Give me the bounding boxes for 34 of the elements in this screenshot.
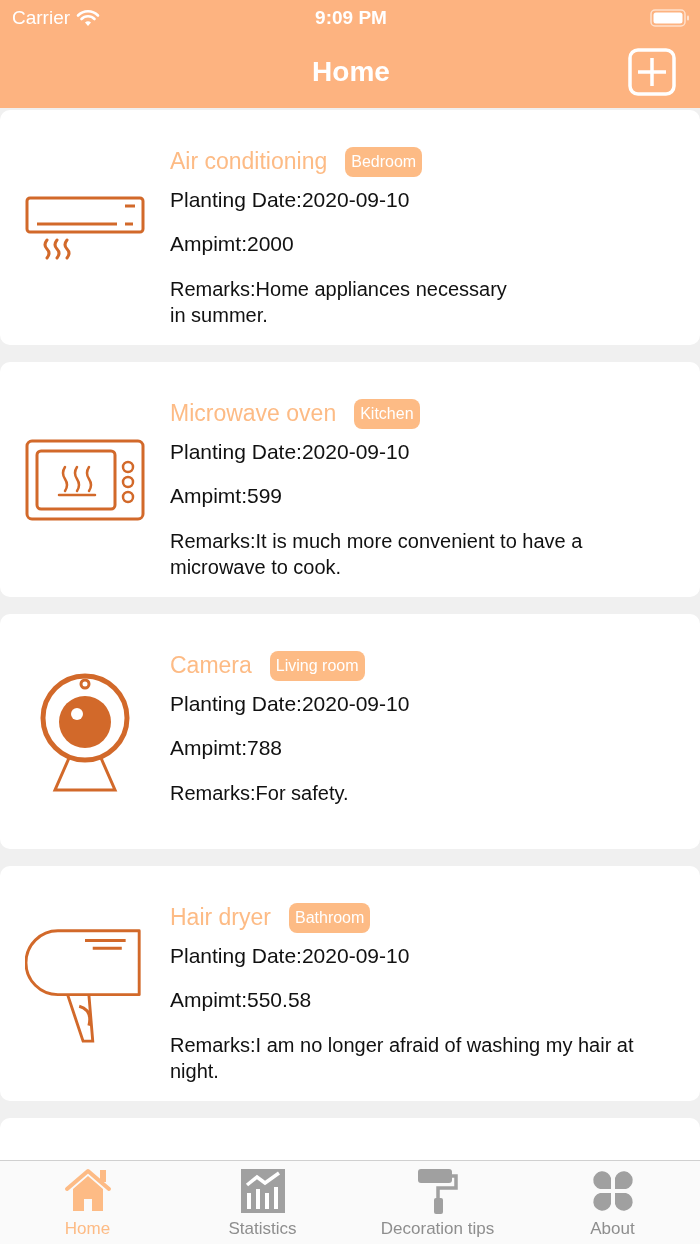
item-name: Microwave oven <box>170 400 337 427</box>
date-text: Planting Date:2020-09-10 <box>170 187 411 213</box>
amount-text: Ampimt:788 <box>170 735 284 761</box>
nav-title: Home <box>312 56 390 88</box>
item-card[interactable]: Air conditioning Bedroom Planting Date:2020-09-10 Ampimt:2000 Remarks:Home appliances necessary in summer. <box>0 110 700 345</box>
add-button[interactable] <box>628 48 676 96</box>
air-conditioner-icon <box>25 195 145 260</box>
wifi-icon <box>76 9 101 27</box>
item-name: Camera <box>170 652 252 679</box>
room-tag: Kitchen <box>354 398 420 429</box>
item-name: Air conditioning <box>170 148 328 175</box>
date-text: Planting Date:2020-09-10 <box>170 691 411 717</box>
remarks-text: Remarks:Home appliances necessary in summer. <box>170 276 508 328</box>
date-text: Planting Date:2020-09-10 <box>170 943 411 969</box>
battery-icon <box>650 8 690 28</box>
room-tag: Bedroom <box>345 146 423 177</box>
room-tag: Bathroom <box>288 902 371 933</box>
room-tag: Living room <box>269 650 365 681</box>
carrier-label: Carrier <box>12 7 71 29</box>
chart-icon <box>238 1167 287 1215</box>
item-card[interactable]: Microwave oven Kitchen Planting Date:2020-09-10 Ampimt:599 Remarks:It is much more convenient to have a microwave to cook. <box>0 362 700 597</box>
item-name: Hair dryer <box>170 904 271 931</box>
amount-text: Ampimt:550.58 <box>170 987 313 1013</box>
item-card[interactable]: Hair dryer Bathroom Planting Date:2020-09-10 Ampimt:550.58 Remarks:I am no longer afraid of washing my hair at night. <box>0 866 700 1101</box>
status-time: 9:09 PM <box>315 7 387 29</box>
amount-text: Ampimt:2000 <box>170 231 295 257</box>
microwave-icon <box>25 438 145 521</box>
remarks-text: Remarks:For safety. <box>170 780 350 806</box>
item-card[interactable]: Camera Living room Planting Date:2020-09-10 Ampimt:788 Remarks:For safety. <box>0 614 700 849</box>
remarks-text: Remarks:I am no longer afraid of washing my hair at night. <box>170 1032 635 1084</box>
date-text: Planting Date:2020-09-10 <box>170 439 411 465</box>
webcam-icon <box>39 671 131 792</box>
remarks-text: Remarks:It is much more convenient to have a microwave to cook. <box>170 528 584 580</box>
amount-text: Ampimt:599 <box>170 483 284 509</box>
